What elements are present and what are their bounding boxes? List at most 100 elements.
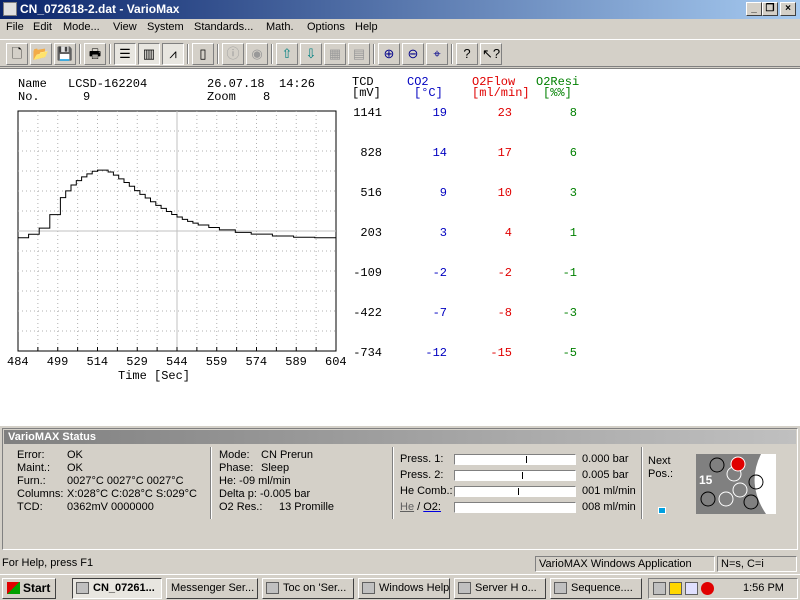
app-name-field: VarioMAX Windows Application: [535, 556, 715, 572]
y-tick-label-co2: -12: [425, 346, 447, 360]
menu-help[interactable]: Help: [355, 21, 378, 33]
menu-view[interactable]: View: [113, 21, 137, 33]
press2-label: Press. 2:: [400, 469, 444, 481]
toolbar-separator: [79, 44, 81, 64]
y-tick-label-o2flow: -2: [497, 266, 512, 280]
o2flow-axis-unit: [ml/min]: [472, 86, 530, 100]
chromatogram-view-icon[interactable]: ⩘: [162, 43, 184, 65]
print-icon[interactable]: 🖶: [84, 43, 106, 65]
o2-res-value: 13 Promille: [279, 501, 335, 513]
gauge-level-marker: [526, 456, 527, 463]
y-tick-label-co2: -2: [432, 266, 447, 280]
trash-icon[interactable]: ▯: [192, 43, 214, 65]
status-bar: For Help, press F1 VarioMAX Windows Appl…: [0, 554, 800, 574]
x-tick-label: 559: [205, 355, 228, 369]
task-server[interactable]: Server H o...: [454, 578, 546, 599]
menu-file[interactable]: File: [6, 21, 24, 33]
status-panel: VarioMAX Status Error: OK Maint.: OK Fur…: [2, 428, 798, 550]
y-tick-label-o2resi: 8: [569, 106, 577, 120]
press1-gauge: [454, 454, 576, 465]
y-tick-label-o2flow: 23: [497, 106, 512, 120]
save-icon[interactable]: 💾: [54, 43, 76, 65]
help-task-icon: [362, 582, 375, 594]
help-icon[interactable]: ?: [456, 43, 478, 65]
toolbar-separator: [109, 44, 111, 64]
o2resi-axis-unit: [%%]: [543, 86, 572, 100]
open-folder-icon[interactable]: 📂: [30, 43, 52, 65]
he-flow: He: -09 ml/min: [219, 475, 291, 487]
he-o2-gauge: [454, 502, 576, 513]
tray-folder-icon[interactable]: [685, 582, 698, 595]
y-tick-label-co2: 14: [432, 146, 447, 160]
target-icon[interactable]: ⌖: [426, 43, 448, 65]
clock: 1:56 PM: [743, 582, 784, 594]
new-file-icon[interactable]: 🗋: [6, 43, 28, 65]
y-tick-label-co2: 3: [439, 226, 447, 240]
arrow-up-icon[interactable]: ⇧: [276, 43, 298, 65]
press2-value: 0.005 bar: [582, 469, 629, 481]
y-tick-label-o2resi: 6: [569, 146, 577, 160]
stop-icon: ◉: [246, 43, 268, 65]
y-tick-label-co2: 9: [439, 186, 447, 200]
tray-vm-icon[interactable]: [653, 582, 666, 595]
task-sequence[interactable]: Sequence....: [550, 578, 642, 599]
menu-bar: File Edit Mode... View System Standards.…: [0, 19, 800, 38]
x-tick-label: 499: [46, 355, 69, 369]
context-help-icon[interactable]: ↖?: [480, 43, 502, 65]
tcd-label: TCD:: [17, 501, 43, 513]
toolbar-separator: [271, 44, 273, 64]
system-tray: 1:56 PM: [648, 578, 798, 599]
y-tick-label-o2flow: 10: [497, 186, 512, 200]
y-tick-label-o2resi: -3: [562, 306, 577, 320]
bar-view-icon[interactable]: ▥: [138, 43, 160, 65]
zoom-out-icon[interactable]: ⊖: [402, 43, 424, 65]
x-tick-label: 484: [7, 355, 29, 369]
close-button[interactable]: ×: [780, 2, 796, 16]
arrow-down-icon[interactable]: ⇩: [300, 43, 322, 65]
menu-options[interactable]: Options: [307, 21, 345, 33]
error-label: Error:: [17, 449, 45, 461]
menu-mode[interactable]: Mode...: [63, 21, 100, 33]
carousel-icon: 15: [696, 454, 776, 514]
taskbar: Start CN_07261... Messenger Ser... Toc o…: [0, 574, 800, 600]
menu-math[interactable]: Math.: [266, 21, 294, 33]
menu-system[interactable]: System: [147, 21, 184, 33]
he-o2-separator: /: [417, 501, 421, 513]
task-variomax[interactable]: CN_07261...: [72, 578, 162, 599]
toolbar-separator: [451, 44, 453, 64]
menu-edit[interactable]: Edit: [33, 21, 52, 33]
status-separator: [641, 447, 643, 519]
start-label: Start: [23, 581, 51, 595]
press1-value: 0.000 bar: [582, 453, 629, 465]
help-hint: For Help, press F1: [2, 557, 94, 569]
he-o2-value: 008 ml/min: [582, 501, 636, 513]
window-title: CN_072618-2.dat - VarioMax: [20, 2, 180, 16]
he-comb-value: 001 ml/min: [582, 485, 636, 497]
status-indicator-icon: [658, 507, 666, 514]
columns-value: X:028°C C:028°C S:029°C: [67, 488, 197, 500]
title-bar: CN_072618-2.dat - VarioMax _ ❐ ×: [0, 0, 800, 19]
sequence-task-icon: [554, 582, 567, 594]
mode-field: N=s, C=i: [717, 556, 797, 572]
table-view-icon[interactable]: ☰: [114, 43, 136, 65]
x-tick-label: 514: [86, 355, 109, 369]
toolbar-separator: [187, 44, 189, 64]
gauge-level-marker: [518, 488, 519, 495]
maint-value: OK: [67, 462, 83, 474]
x-tick-label: 574: [245, 355, 268, 369]
minimize-button[interactable]: _: [746, 2, 762, 16]
task-windows-help[interactable]: Windows Help: [358, 578, 450, 599]
he-comb-label: He Comb.:: [400, 485, 453, 497]
menu-standards[interactable]: Standards...: [194, 21, 253, 33]
x-tick-label: 544: [166, 355, 188, 369]
restore-button[interactable]: ❐: [762, 2, 778, 16]
x-tick-label: 604: [325, 355, 347, 369]
task-toc[interactable]: Toc on 'Ser...: [262, 578, 354, 599]
tray-alert-icon[interactable]: [701, 582, 714, 595]
task-messenger[interactable]: Messenger Ser...: [166, 578, 258, 599]
mode-value: CN Prerun: [261, 449, 313, 461]
tray-speaker-icon[interactable]: [669, 582, 682, 595]
zoom-in-icon[interactable]: ⊕: [378, 43, 400, 65]
status-separator: [392, 447, 394, 519]
start-button[interactable]: Start: [2, 578, 56, 599]
